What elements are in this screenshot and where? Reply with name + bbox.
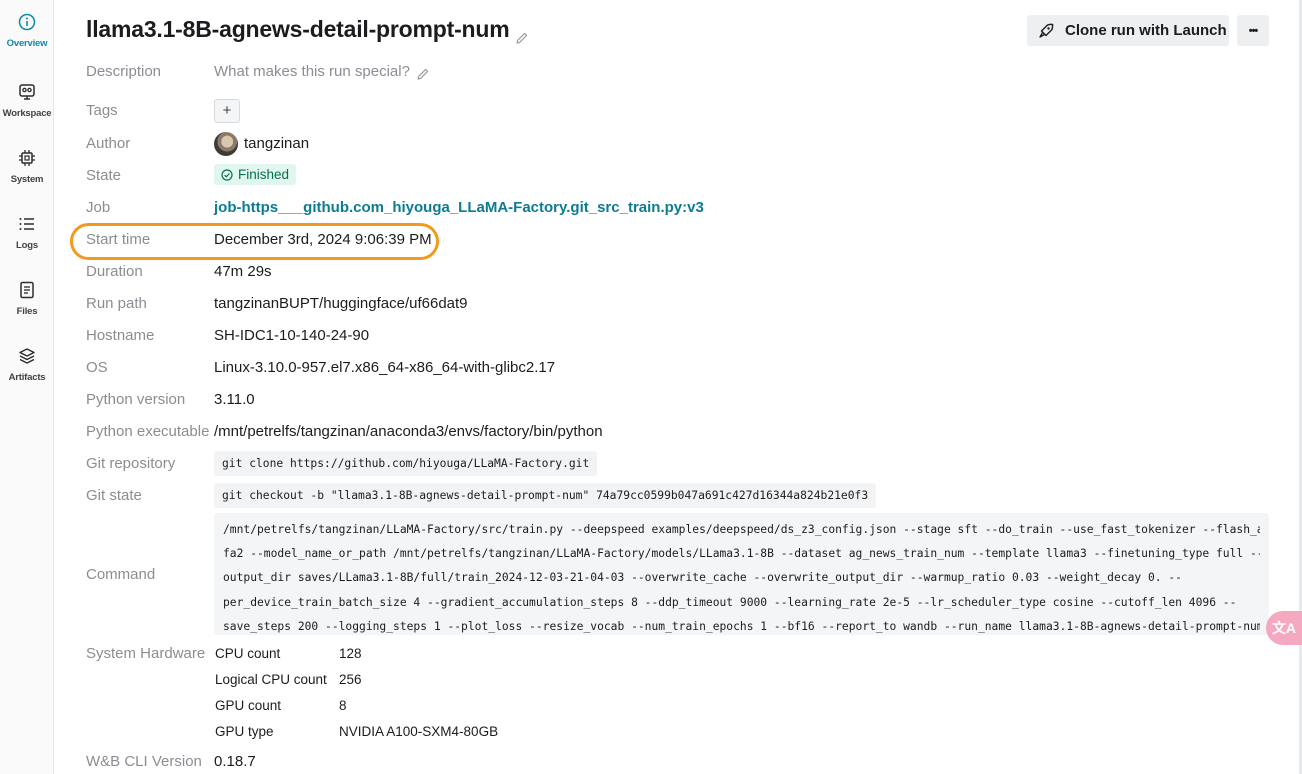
command-line: /mnt/petrelfs/tangzinan/LLaMA-Factory/sr… bbox=[223, 523, 1260, 536]
field-key: Python version bbox=[86, 391, 186, 408]
sidebar-item-label: Overview bbox=[6, 38, 48, 49]
tags-value: + bbox=[214, 99, 240, 123]
python-version-value: 3.11.0 bbox=[214, 391, 255, 408]
hardware-key: GPU count bbox=[215, 698, 282, 713]
field-key: Python executable bbox=[86, 423, 210, 440]
git-repo-row: Git repository git clone https://github.… bbox=[86, 451, 1286, 476]
state-row: State Finished bbox=[86, 164, 1286, 188]
file-icon bbox=[15, 278, 39, 302]
sidebar-item-files[interactable]: Files bbox=[0, 272, 54, 334]
tags-row: Tags + bbox=[86, 99, 1286, 123]
clone-run-label: Clone run with Launch bbox=[1065, 22, 1227, 39]
duration-value: 47m 29s bbox=[214, 263, 272, 280]
git-checkout-command[interactable]: git checkout -b "llama3.1-8B-agnews-deta… bbox=[214, 483, 877, 508]
hostname-row: Hostname SH-IDC1-10-140-24-90 bbox=[86, 324, 1286, 348]
author-value[interactable]: tangzinan bbox=[214, 132, 310, 157]
field-key: Hostname bbox=[86, 327, 155, 344]
python-exec-row: Python executable /mnt/petrelfs/tangzina… bbox=[86, 420, 1286, 444]
field-key: State bbox=[86, 167, 122, 184]
check-circle-icon bbox=[221, 168, 233, 181]
highlight-annotation bbox=[70, 223, 439, 260]
sidebar-item-label: Logs bbox=[16, 240, 38, 251]
hardware-key: GPU type bbox=[215, 724, 274, 739]
run-overview: llama3.1-8B-agnews-detail-prompt-num Clo… bbox=[54, 0, 1302, 774]
run-path-value: tangzinanBUPT/huggingface/uf66dat9 bbox=[214, 295, 468, 312]
duration-row: Duration 47m 29s bbox=[86, 260, 1286, 284]
sidebar-item-label: Workspace bbox=[2, 108, 52, 119]
translate-button[interactable]: 文A bbox=[1266, 611, 1302, 645]
hardware-value: 128 bbox=[339, 646, 362, 661]
git-repo-value: git clone https://github.com/hiyouga/LLa… bbox=[214, 451, 598, 476]
hardware-key: CPU count bbox=[215, 646, 281, 661]
status-badge: Finished bbox=[214, 164, 297, 185]
hardware-key: Logical CPU count bbox=[215, 672, 327, 687]
page-title: llama3.1-8B-agnews-detail-prompt-num bbox=[86, 16, 529, 44]
more-options-button[interactable]: ••• bbox=[1237, 15, 1269, 46]
python-version-row: Python version 3.11.0 bbox=[86, 388, 1286, 412]
wandb-version-value: 0.18.7 bbox=[214, 753, 256, 770]
command-line: output_dir saves/LLama3.1-8B/full/train_… bbox=[223, 571, 1182, 585]
description-row: Description What makes this run special? bbox=[86, 60, 1286, 84]
add-tag-button[interactable]: + bbox=[214, 99, 240, 123]
hardware-value: 256 bbox=[339, 672, 362, 687]
hardware-value: 8 bbox=[339, 698, 347, 713]
clone-run-button[interactable]: Clone run with Launch bbox=[1027, 15, 1229, 46]
run-path-row: Run path tangzinanBUPT/huggingface/uf66d… bbox=[86, 292, 1286, 316]
sidebar-item-system[interactable]: System bbox=[0, 140, 54, 202]
os-value: Linux-3.10.0-957.el7.x86_64-x86_64-with-… bbox=[214, 359, 556, 376]
edit-description-icon[interactable] bbox=[416, 65, 430, 80]
layers-icon bbox=[15, 344, 39, 368]
field-key: Duration bbox=[86, 263, 143, 280]
git-state-row: Git state git checkout -b "llama3.1-8B-a… bbox=[86, 483, 1286, 508]
description-field[interactable]: What makes this run special? bbox=[214, 60, 430, 84]
chip-icon bbox=[15, 146, 39, 170]
sidebar-item-label: Files bbox=[16, 306, 38, 317]
sidebar-item-overview[interactable]: Overview bbox=[0, 4, 54, 66]
hostname-value: SH-IDC1-10-140-24-90 bbox=[214, 327, 370, 344]
field-key: Description bbox=[86, 63, 162, 80]
field-key: Author bbox=[86, 135, 131, 152]
wandb-row: W&B CLI Version 0.18.7 bbox=[86, 750, 1286, 774]
field-key: Run path bbox=[86, 295, 147, 312]
more-icon: ••• bbox=[1248, 24, 1259, 37]
sidebar-item-logs[interactable]: Logs bbox=[0, 206, 54, 268]
field-key: OS bbox=[86, 359, 108, 376]
hardware-value: NVIDIA A100-SXM4-80GB bbox=[339, 724, 499, 739]
sidebar: Overview Workspace System Logs Files Art… bbox=[0, 0, 54, 774]
field-key: W&B CLI Version bbox=[86, 753, 202, 770]
sidebar-item-label: Artifacts bbox=[8, 372, 46, 383]
rocket-icon bbox=[1037, 22, 1065, 40]
command-block[interactable]: /mnt/petrelfs/tangzinan/LLaMA-Factory/sr… bbox=[214, 513, 1269, 635]
author-name: tangzinan bbox=[244, 135, 310, 152]
command-line: save_steps 200 --logging_steps 1 --plot_… bbox=[223, 619, 1260, 633]
field-key: Tags bbox=[86, 102, 118, 119]
run-name: llama3.1-8B-agnews-detail-prompt-num bbox=[86, 16, 510, 42]
job-link[interactable]: job-https___github.com_hiyouga_LLaMA-Fac… bbox=[214, 199, 704, 216]
field-key: Job bbox=[86, 199, 111, 216]
list-icon bbox=[15, 212, 39, 236]
field-key: Git state bbox=[86, 487, 142, 504]
command-line: per_device_train_batch_size 4 --gradient… bbox=[223, 595, 1237, 609]
sidebar-item-artifacts[interactable]: Artifacts bbox=[0, 338, 54, 400]
git-clone-command[interactable]: git clone https://github.com/hiyouga/LLa… bbox=[214, 451, 598, 476]
sidebar-item-label: System bbox=[10, 174, 44, 185]
workspace-icon bbox=[15, 80, 39, 104]
os-row: OS Linux-3.10.0-957.el7.x86_64-x86_64-wi… bbox=[86, 356, 1286, 380]
info-icon bbox=[15, 10, 39, 34]
field-key: Command bbox=[86, 566, 156, 583]
translate-icon: 文A bbox=[1271, 620, 1297, 636]
status-text: Finished bbox=[238, 167, 290, 182]
state-value: Finished bbox=[214, 164, 297, 187]
command-line: fa2 --model_name_or_path /mnt/petrelfs/t… bbox=[223, 547, 1260, 561]
sidebar-item-workspace[interactable]: Workspace bbox=[0, 74, 54, 136]
avatar bbox=[214, 132, 238, 157]
python-exec-value: /mnt/petrelfs/tangzinan/anaconda3/envs/f… bbox=[214, 423, 603, 440]
field-key: Git repository bbox=[86, 455, 176, 472]
edit-title-icon[interactable] bbox=[515, 24, 529, 44]
git-state-value: git checkout -b "llama3.1-8B-agnews-deta… bbox=[214, 483, 877, 508]
author-row: Author tangzinan bbox=[86, 132, 1286, 157]
job-row: Job job-https___github.com_hiyouga_LLaMA… bbox=[86, 196, 1286, 220]
field-key: System Hardware bbox=[86, 645, 206, 662]
